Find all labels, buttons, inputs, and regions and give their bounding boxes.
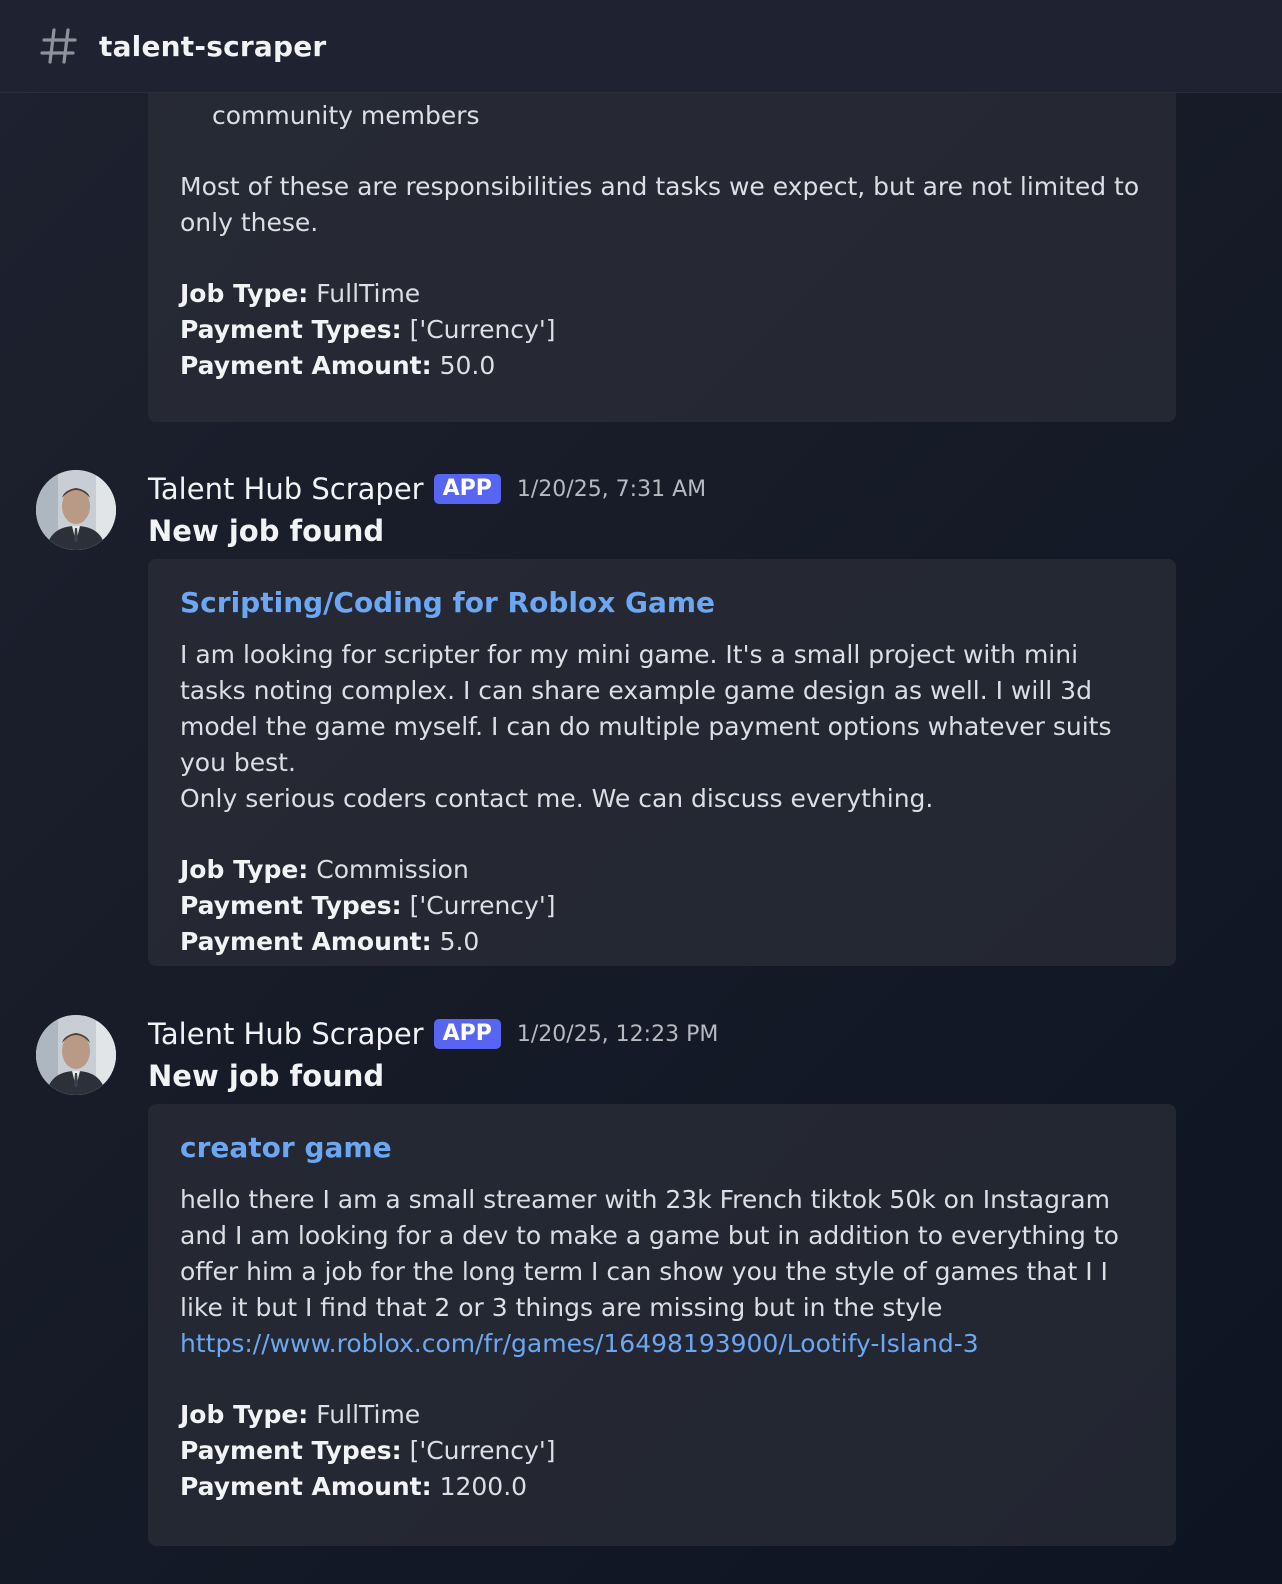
field-job-type: Job Type: FullTime xyxy=(180,279,421,308)
field-payment-types: Payment Types: ['Currency'] xyxy=(180,1436,556,1465)
avatar[interactable] xyxy=(36,1015,116,1095)
channel-name: talent-scraper xyxy=(99,29,327,63)
hash-icon xyxy=(38,25,80,67)
message-content: New job found xyxy=(148,1059,385,1093)
field-payment-amount: Payment Amount: 5.0 xyxy=(180,927,480,956)
message-feed[interactable]: community members Most of these are resp… xyxy=(0,0,1282,1584)
field-payment-amount: Payment Amount: 1200.0 xyxy=(180,1472,528,1501)
app-badge: APP xyxy=(433,1019,501,1049)
channel-header: talent-scraper xyxy=(0,0,1282,93)
field-payment-types: Payment Types: ['Currency'] xyxy=(180,891,556,920)
avatar-image xyxy=(36,1015,116,1095)
job-embed: Scripting/Coding for Roblox Game I am lo… xyxy=(148,559,1176,966)
message-content: New job found xyxy=(148,514,385,548)
avatar[interactable] xyxy=(36,470,116,550)
field-job-type: Job Type: Commission xyxy=(180,855,469,884)
embed-description: Most of these are responsibilities and t… xyxy=(180,172,1148,237)
timestamp[interactable]: 1/20/25, 7:31 AM xyxy=(517,477,706,502)
field-payment-types: Payment Types: ['Currency'] xyxy=(180,315,556,344)
author-name[interactable]: Talent Hub Scraper xyxy=(148,1017,424,1051)
embed-description: hello there I am a small streamer with 2… xyxy=(180,1185,1127,1322)
embed-title-link[interactable]: creator game xyxy=(180,1128,1144,1168)
field-payment-amount: Payment Amount: 50.0 xyxy=(180,351,496,380)
embed-description: I am looking for scripter for my mini ga… xyxy=(180,640,1112,813)
embed-bullet-text: community members xyxy=(212,101,480,130)
app-badge: APP xyxy=(433,474,501,504)
embed-title-link[interactable]: Scripting/Coding for Roblox Game xyxy=(180,583,1144,623)
field-job-type: Job Type: FullTime xyxy=(180,1400,421,1429)
embed-url-link[interactable]: https://www.roblox.com/fr/games/16498193… xyxy=(180,1329,979,1358)
avatar-image xyxy=(36,470,116,550)
job-embed: community members Most of these are resp… xyxy=(148,56,1176,422)
author-name[interactable]: Talent Hub Scraper xyxy=(148,472,424,506)
job-embed: creator game hello there I am a small st… xyxy=(148,1104,1176,1546)
timestamp[interactable]: 1/20/25, 12:23 PM xyxy=(517,1022,718,1047)
